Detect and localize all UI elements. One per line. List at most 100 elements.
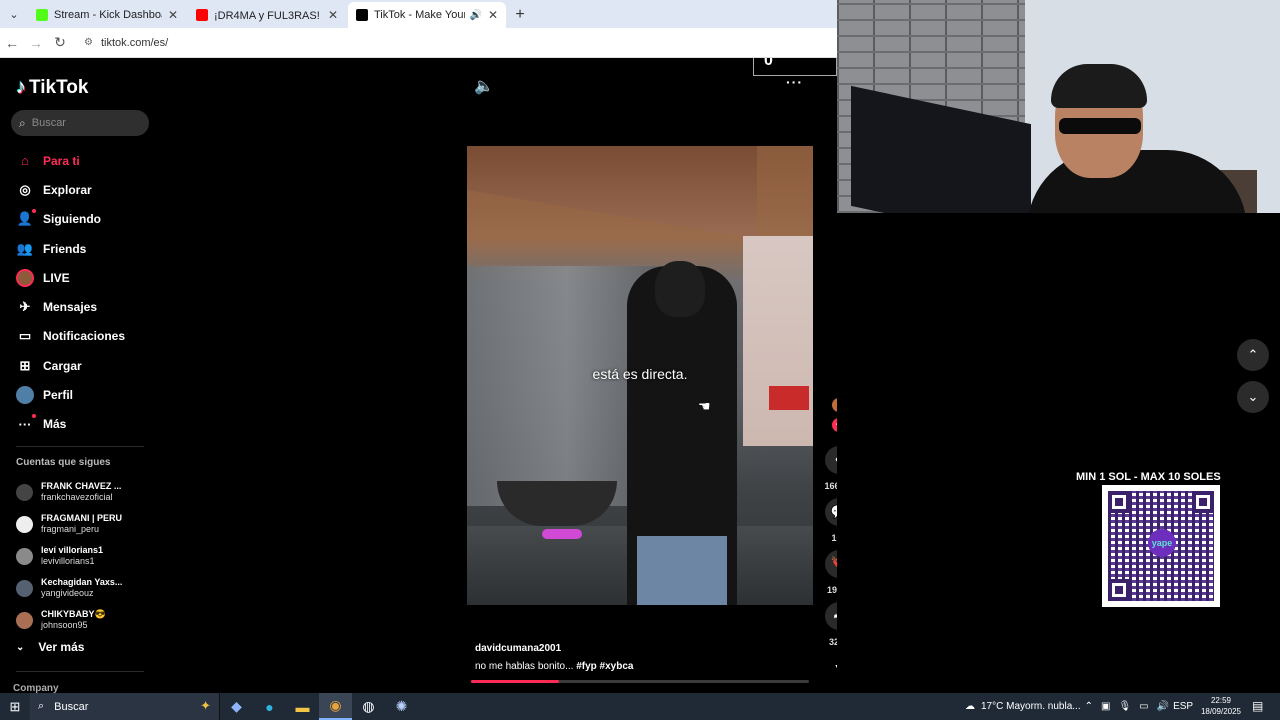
chevron-up-icon[interactable]: ⌃ (1085, 701, 1093, 712)
hashtag-link[interactable]: #fyp (576, 661, 597, 672)
caret-down-icon[interactable]: ▼ (834, 664, 837, 671)
nav-perfil[interactable]: Perfil (0, 380, 160, 409)
home-icon: ⌂ (21, 153, 29, 169)
comment-button[interactable]: 💬 (825, 498, 837, 526)
weather-text[interactable]: 17°C Mayorm. nubla... (981, 701, 1081, 712)
account-handle: fragmani_peru (41, 524, 100, 534)
account-handle: yangivideouz (41, 588, 94, 598)
followed-account[interactable]: Kechagidan Yaxs... yangivideouz (16, 572, 156, 604)
clock-time: 22:59 (1210, 696, 1232, 705)
ver-mas-button[interactable]: ⌄ Ver más (16, 640, 84, 654)
video-progress-bar[interactable] (471, 680, 809, 683)
close-tab-icon[interactable]: ✕ (168, 8, 178, 22)
nav-para-ti[interactable]: ⌂ Para ti (0, 146, 160, 175)
tab-tiktok[interactable]: TikTok - Make Your Day 🔊 ✕ (348, 2, 506, 28)
file-explorer-icon[interactable]: ▬ (286, 693, 319, 720)
clock[interactable]: 22:59 18/09/2025 (1196, 695, 1246, 717)
upload-icon: ⊞ (19, 357, 31, 373)
close-tab-icon[interactable]: ✕ (328, 8, 338, 22)
tray-app-icon[interactable]: ▣ (1101, 701, 1110, 712)
video-player[interactable]: está es directa. ☚ (467, 146, 813, 605)
qr-finder (1192, 491, 1214, 513)
qr-finder (1108, 491, 1130, 513)
followed-account[interactable]: FRAGMANI | PERU fragmani_peru (16, 508, 156, 540)
nav-label: Para ti (43, 153, 80, 168)
range-hood (467, 146, 757, 240)
video-author[interactable]: davidcumana2001 (475, 643, 561, 654)
search-box[interactable]: ⌕ (11, 110, 149, 136)
back-button[interactable]: ← (0, 35, 24, 51)
nav-label: LIVE (43, 270, 70, 285)
chrome-app-icon[interactable]: ◉ (319, 693, 352, 720)
following-list: FRANK CHAVEZ ... frankchavezoficial FRAGM… (16, 476, 156, 636)
new-tab-button[interactable]: + (508, 2, 532, 28)
follows-title: Cuentas que sigues (16, 457, 111, 468)
nav-mensajes[interactable]: ✈ Mensajes (0, 292, 160, 321)
comment-count: 103 (831, 533, 837, 543)
next-video-button[interactable]: ⌄ (1237, 381, 1269, 413)
divider (16, 446, 144, 447)
avatar (16, 483, 33, 501)
mic-icon[interactable]: 🎙 (1118, 701, 1131, 712)
volume-icon[interactable]: 🔊 (1157, 701, 1169, 712)
network-icon[interactable]: ▭ (1139, 701, 1148, 712)
taskbar: ⊞ ⌕ Buscar ✦ ◆ ● ▬ ◉ ◍ ✺ ☁ 17°C Mayorm. … (0, 693, 1280, 720)
tab-kick-dashboard[interactable]: Stream - Kick Dashboard ✕ (28, 2, 186, 28)
nav-label: Cargar (43, 358, 82, 373)
nav-cargar[interactable]: ⊞ Cargar (0, 351, 160, 380)
tiktok-app: ♪ TikTok ⌕ ⌂ Para ti ◎ Explorar 👤 Siguie… (0, 58, 837, 693)
nav-mas[interactable]: ··· Más (0, 410, 160, 439)
url-field[interactable]: ⚙ tiktok.com/es/ (84, 37, 168, 49)
language-indicator[interactable]: ESP (1173, 701, 1193, 712)
burner-flame (542, 529, 582, 539)
tab-youtube[interactable]: ¡DR4MA y FUL3RAS! 🚨 ¿KIC ✕ (188, 2, 346, 28)
obs-app-icon[interactable]: ◍ (352, 693, 385, 720)
wok (497, 481, 617, 526)
company-link[interactable]: Company (13, 683, 59, 693)
follow-button[interactable]: + (832, 418, 837, 432)
creator-avatar[interactable] (832, 398, 837, 412)
weather-icon[interactable]: ☁ (965, 701, 975, 712)
site-info-icon[interactable]: ⚙ (84, 37, 93, 48)
nav-label: Explorar (43, 182, 92, 197)
forward-button[interactable]: → (24, 35, 48, 51)
taskbar-search-text: Buscar (54, 700, 89, 713)
reload-button[interactable]: ↻ (48, 34, 72, 51)
account-handle: frankchavezoficial (41, 492, 113, 502)
nav-explorar[interactable]: ◎ Explorar (0, 175, 160, 204)
volume-icon[interactable]: 🔈 (474, 76, 494, 96)
app-icon[interactable]: ✺ (385, 693, 418, 720)
followed-account[interactable]: FRANK CHAVEZ ... frankchavezoficial (16, 476, 156, 508)
stream-counter: 0 (753, 58, 837, 76)
nav-siguiendo[interactable]: 👤 Siguiendo (0, 205, 160, 234)
more-options-icon[interactable]: ··· (786, 74, 803, 90)
notifications-icon: ▭ (18, 328, 32, 344)
save-button[interactable]: 🔖 (825, 550, 837, 578)
hashtag-link[interactable]: #xybca (600, 661, 634, 672)
windows-start-icon[interactable]: ⊞ (0, 699, 30, 715)
followed-account[interactable]: leví villorians1 levivillorians1 (16, 540, 156, 572)
edge-app-icon[interactable]: ● (253, 693, 286, 720)
like-button[interactable]: ♥ (825, 446, 837, 474)
account-name: CHIKYBABY😎 (41, 609, 106, 619)
close-tab-icon[interactable]: ✕ (488, 8, 498, 22)
search-input[interactable] (31, 117, 132, 129)
cook-jeans (637, 536, 727, 605)
share-button[interactable]: ➦ (825, 602, 837, 630)
copilot-app-icon[interactable]: ◆ (220, 693, 253, 720)
nav-friends[interactable]: 👥 Friends (0, 234, 160, 263)
nav-notificaciones[interactable]: ▭ Notificaciones (0, 322, 160, 351)
tab-audio-icon[interactable]: 🔊 (469, 10, 481, 21)
taskbar-search[interactable]: ⌕ Buscar ✦ (30, 693, 220, 720)
account-name: FRAGMANI | PERU (41, 513, 123, 523)
nav-live[interactable]: LIVE (0, 263, 160, 292)
kick-favicon-icon (36, 9, 48, 21)
avatar (16, 611, 33, 629)
tray-icons: ⌃ ▣ 🎙 ▭ 🔊 (1081, 701, 1173, 712)
tab-search-dropdown[interactable]: ⌄ (0, 0, 28, 28)
tab-title: TikTok - Make Your Day (374, 9, 466, 21)
previous-video-button[interactable]: ⌃ (1237, 339, 1269, 371)
tiktok-logo[interactable]: ♪ TikTok (16, 76, 88, 99)
followed-account[interactable]: CHIKYBABY😎 johnsoon95 (16, 604, 156, 636)
notifications-icon[interactable]: ▤ (1252, 699, 1263, 713)
